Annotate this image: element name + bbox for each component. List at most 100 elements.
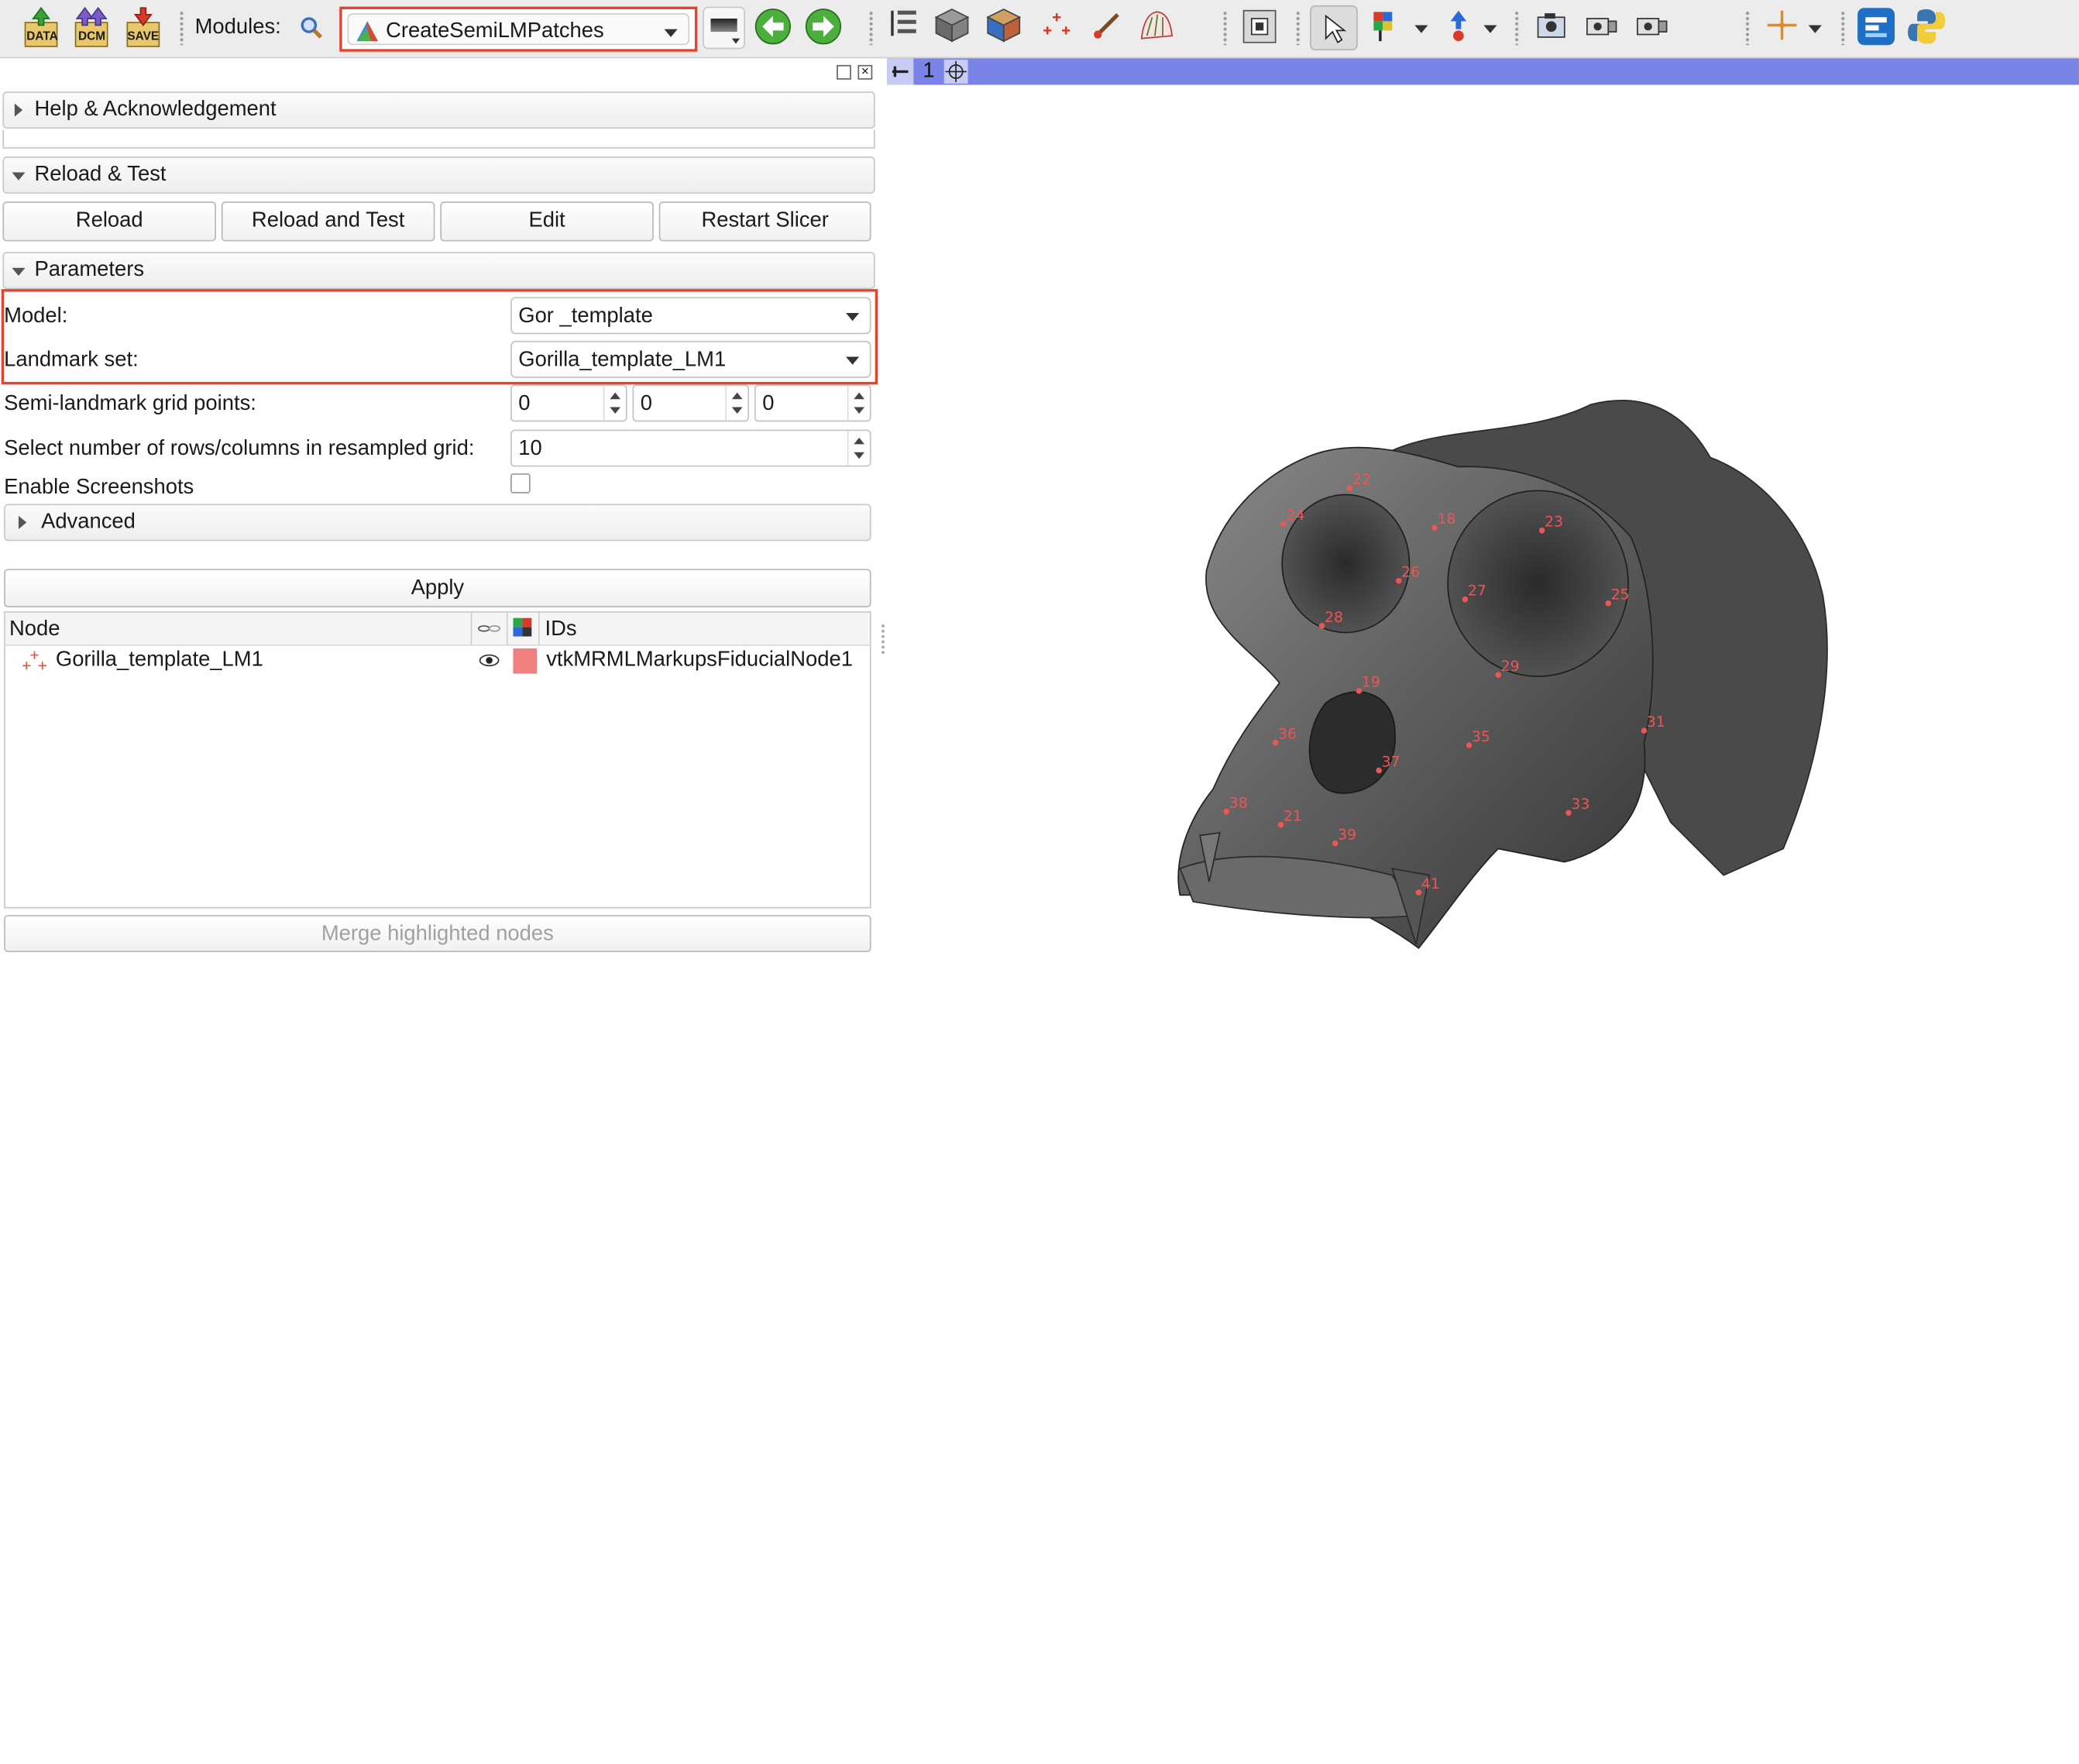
- landmark-label: 22: [1352, 472, 1371, 488]
- chevron-down-icon[interactable]: [1483, 25, 1497, 33]
- reload-button[interactable]: Reload: [2, 201, 217, 242]
- help-section-label: Help & Acknowledgement: [34, 98, 277, 121]
- grid-points-x-spinbox[interactable]: 0: [510, 384, 627, 422]
- extensions-button[interactable]: [1856, 7, 1895, 46]
- camera-list-icon: [1637, 18, 1668, 36]
- spin-down-icon[interactable]: [731, 407, 743, 414]
- landmark-label: 27: [1468, 583, 1486, 600]
- landmark-label: 19: [1362, 675, 1380, 691]
- models-module-button[interactable]: [985, 7, 1025, 46]
- landmark-set-selector[interactable]: Gorilla_template_LM1: [510, 340, 871, 378]
- chevron-down-icon[interactable]: [1808, 25, 1822, 33]
- parameters-section-label: Parameters: [34, 258, 145, 281]
- landmark-label: 21: [1283, 809, 1302, 825]
- module-selector[interactable]: CreateSemiLMPatches: [339, 6, 698, 52]
- landmark-label: 25: [1611, 587, 1630, 603]
- grid-points-z-spinbox[interactable]: 0: [754, 384, 871, 422]
- edit-button[interactable]: Edit: [440, 201, 654, 242]
- module-history-button[interactable]: [703, 6, 745, 50]
- spin-down-icon[interactable]: [854, 452, 865, 459]
- eye-icon[interactable]: [479, 654, 500, 667]
- scene-restore-button[interactable]: [1634, 7, 1673, 46]
- module-search-icon[interactable]: [300, 16, 324, 46]
- advanced-section-header[interactable]: Advanced: [4, 504, 871, 542]
- previous-module-button[interactable]: [753, 7, 792, 46]
- spin-up-icon[interactable]: [731, 392, 743, 400]
- node-id: vtkMRMLMarkupsFiducialNode1: [546, 648, 853, 672]
- toolbar-separator: [1295, 10, 1301, 46]
- toolbar-separator: [1840, 10, 1846, 46]
- spin-down-icon[interactable]: [610, 407, 621, 414]
- chevron-down-icon: [12, 267, 26, 277]
- python-icon: [1908, 9, 1946, 44]
- landmark-label: 26: [1401, 565, 1420, 581]
- place-point-button[interactable]: [1440, 7, 1479, 46]
- data-label: DATA: [26, 29, 58, 43]
- rows-columns-spinbox[interactable]: 10: [510, 429, 871, 467]
- reload-and-test-button[interactable]: Reload and Test: [221, 201, 435, 242]
- landmark-label: 18: [1437, 511, 1455, 528]
- place-fiducial-button[interactable]: [1369, 7, 1409, 46]
- tree-list-icon: [891, 10, 916, 36]
- node-column-header[interactable]: Node: [9, 618, 60, 642]
- grid-points-label: Semi-landmark grid points:: [4, 392, 256, 415]
- node-color-swatch[interactable]: [513, 648, 538, 674]
- scene-view-button[interactable]: [1583, 7, 1623, 46]
- volumes-module-button[interactable]: [933, 7, 973, 46]
- model-label: Model:: [4, 304, 68, 328]
- spin-up-icon[interactable]: [854, 392, 865, 400]
- landmark-label: 33: [1571, 796, 1589, 813]
- data-module-button[interactable]: [885, 7, 925, 46]
- markups-module-button[interactable]: [1038, 7, 1077, 46]
- landmark-label: 29: [1501, 658, 1520, 675]
- spin-up-icon[interactable]: [610, 392, 621, 400]
- screenshot-button[interactable]: [1533, 7, 1572, 46]
- float-panel-icon[interactable]: [837, 64, 851, 80]
- color-column-icon[interactable]: [513, 617, 532, 637]
- reload-section-label: Reload & Test: [34, 163, 167, 186]
- load-data-button[interactable]: DATA: [21, 6, 60, 47]
- place-markup-icon: [1373, 12, 1393, 42]
- close-panel-icon[interactable]: ×: [857, 64, 873, 80]
- 3d-view[interactable]: 22 24 18 23 26 27 25 28 29 19 31 36 35 37 33 38 21 39 41: [887, 84, 2079, 1030]
- landmark-label: 35: [1472, 729, 1490, 745]
- skull-model[interactable]: 22 24 18 23 26 27 25 28 29 19 31 36 35 37 33 38 21 39 41: [887, 85, 2079, 1030]
- merge-nodes-button[interactable]: Merge highlighted nodes: [4, 915, 871, 953]
- crosshair-button[interactable]: [1764, 7, 1803, 46]
- model-selector[interactable]: Gor _template: [510, 297, 871, 335]
- save-button[interactable]: SAVE: [123, 7, 163, 47]
- table-row[interactable]: Gorilla_template_LM1 vtkMRMLMarkupsFiduc…: [5, 645, 870, 678]
- load-dicom-button[interactable]: DCM: [71, 6, 111, 47]
- advanced-section-label: Advanced: [41, 511, 136, 534]
- dicom-icon: [74, 6, 108, 47]
- chevron-down-icon[interactable]: [1414, 25, 1428, 33]
- node-name: Gorilla_template_LM1: [55, 648, 263, 672]
- nodes-table: Node IDs Gorilla_template_LM1 vtkMRMLMar…: [4, 611, 871, 909]
- panel-splitter[interactable]: [880, 623, 886, 655]
- pin-icon[interactable]: [887, 58, 914, 85]
- model-cube-icon: [986, 9, 1022, 43]
- spin-down-icon[interactable]: [854, 407, 865, 414]
- reload-section-header[interactable]: Reload & Test: [2, 156, 875, 194]
- view-transform-button[interactable]: [1310, 5, 1358, 51]
- link-views-icon[interactable]: [943, 60, 968, 84]
- next-module-button[interactable]: [803, 7, 843, 46]
- ids-column-header[interactable]: IDs: [545, 618, 577, 642]
- apply-button[interactable]: Apply: [4, 569, 871, 607]
- grid-points-y-spinbox[interactable]: 0: [632, 384, 750, 422]
- restart-slicer-button[interactable]: Restart Slicer: [658, 201, 871, 242]
- segment-editor-button[interactable]: [1136, 7, 1176, 46]
- screenshots-label: Enable Screenshots: [4, 476, 194, 499]
- parameters-section-header[interactable]: Parameters: [2, 252, 875, 290]
- toolbar-separator: [1744, 10, 1751, 46]
- layout-button[interactable]: [1239, 7, 1279, 46]
- editor-module-button[interactable]: [1088, 7, 1128, 46]
- selected-module: CreateSemiLMPatches: [386, 19, 604, 43]
- python-console-button[interactable]: [1906, 7, 1946, 46]
- screenshots-checkbox[interactable]: [510, 473, 531, 493]
- main-toolbar: DATA DCM SAVE Modules: CreateSemiLMPatch…: [0, 0, 2079, 59]
- visibility-column-icon[interactable]: [477, 621, 501, 637]
- toolbar-separator: [868, 10, 875, 46]
- spin-up-icon[interactable]: [854, 437, 865, 445]
- help-section-header[interactable]: Help & Acknowledgement: [2, 91, 875, 129]
